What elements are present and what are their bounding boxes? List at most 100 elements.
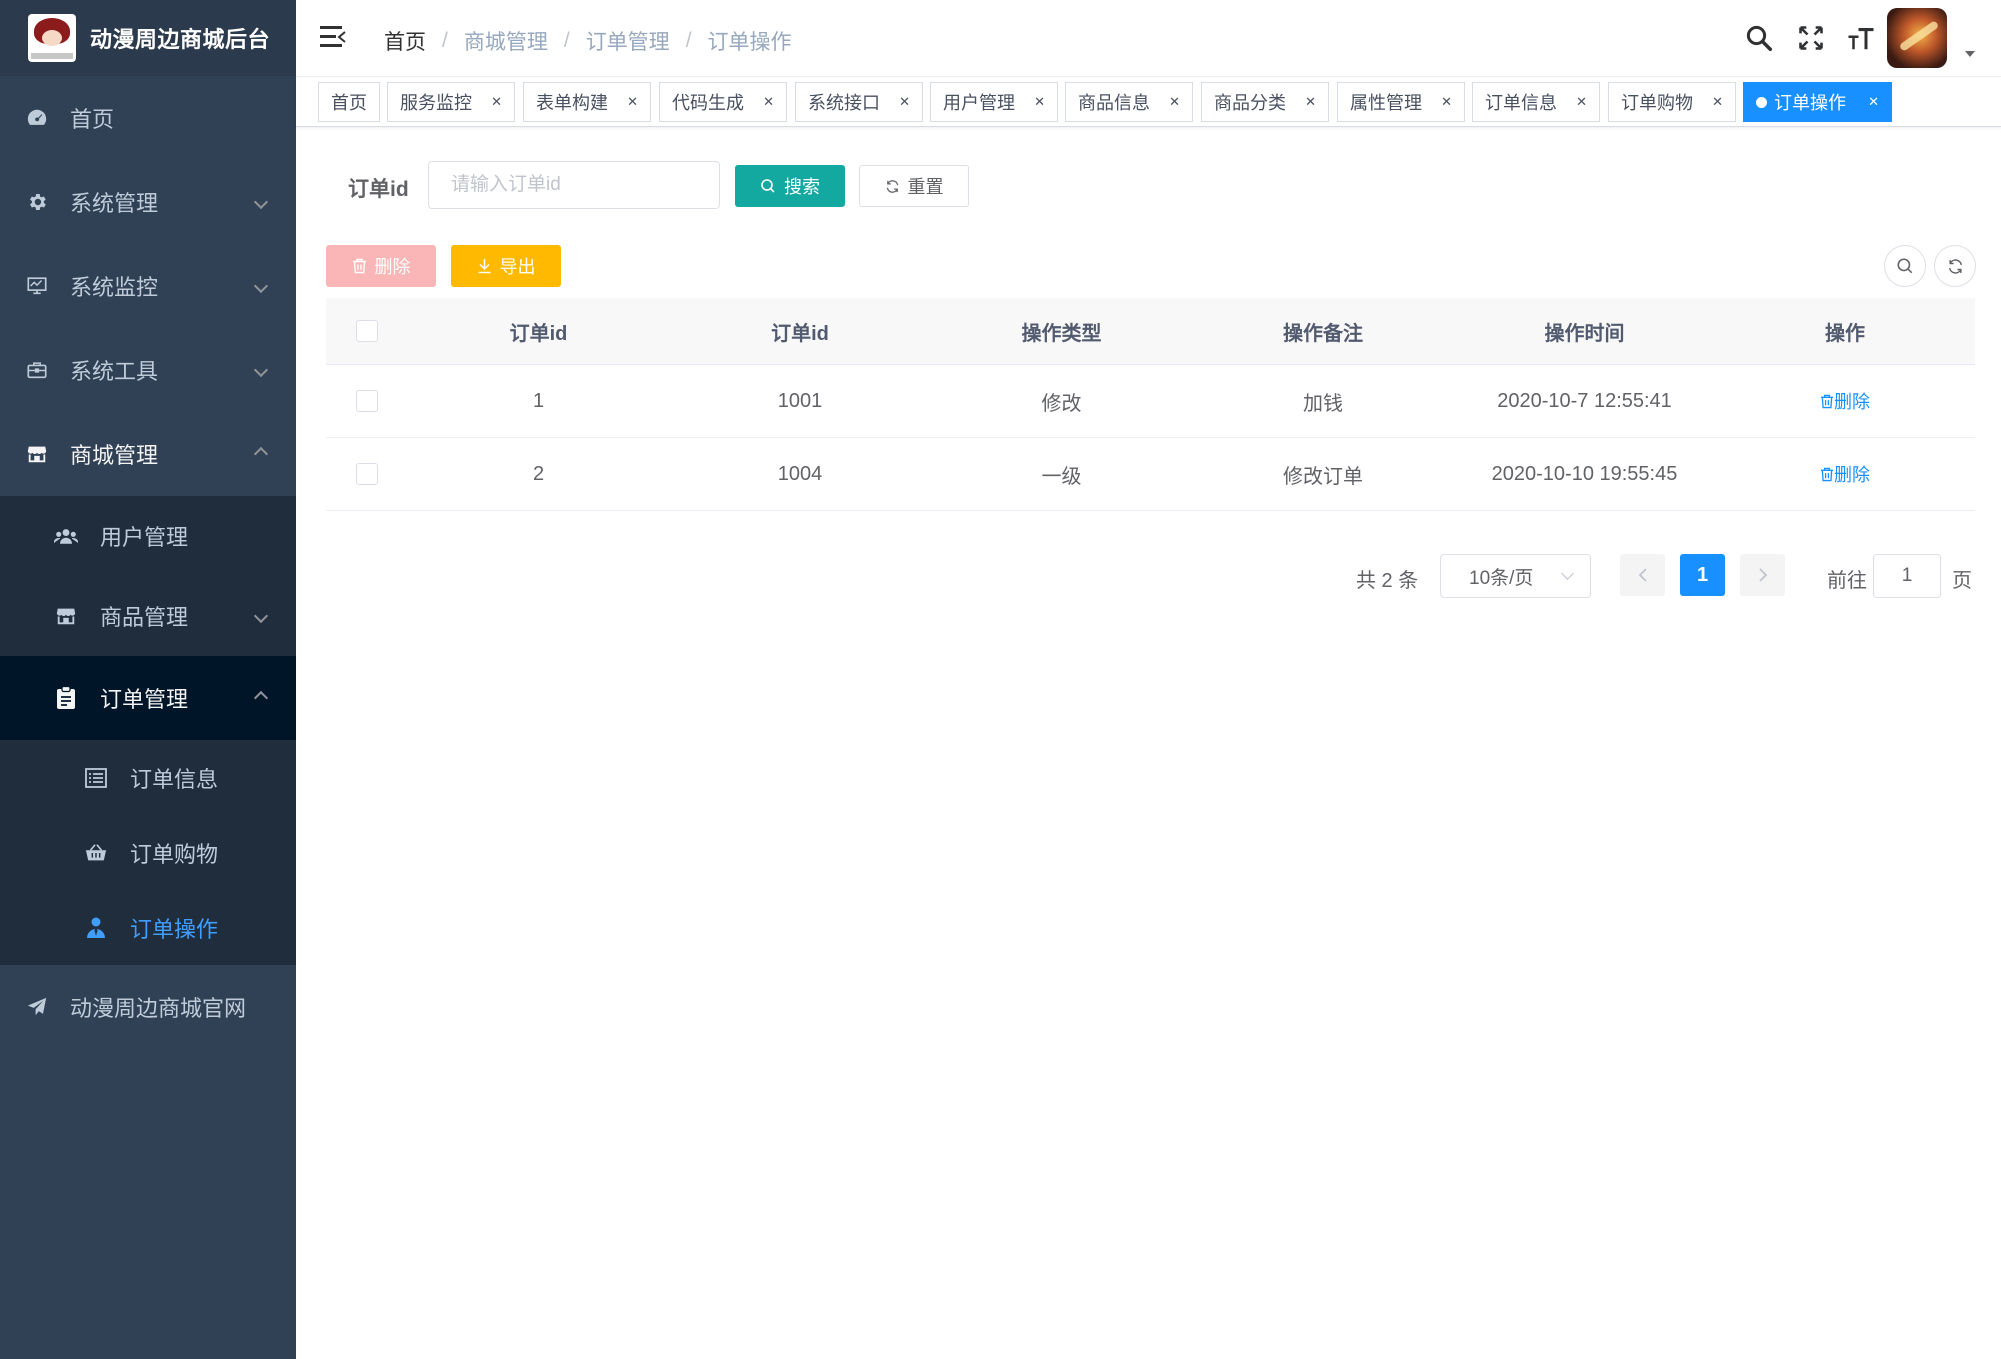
page-size-select[interactable]: 10条/页 [1440,554,1591,598]
breadcrumb: 首页 / 商城管理 / 订单管理 / 订单操作 [384,26,792,56]
clipboard-icon [53,685,79,711]
search-icon[interactable] [1743,22,1775,54]
tag-item[interactable]: 代码生成 ✕ [659,82,787,122]
select-all-checkbox[interactable] [356,320,378,342]
row-delete-label: 删除 [1834,392,1870,412]
column-header[interactable]: 订单id [408,298,669,364]
sidebar-item-home[interactable]: 首页 [0,76,296,160]
store-icon [24,441,50,467]
tag-label: 商品分类 [1214,93,1286,113]
close-icon[interactable]: ✕ [1868,94,1879,110]
cell-operation-time: 2020-10-10 19:55:45 [1491,462,1678,485]
submenu-mall: 用户管理 商品管理 订单管理 订单信息 订单购物 订单操作 [0,496,296,965]
logo-icon [28,14,76,62]
close-icon[interactable]: ✕ [1712,94,1723,110]
main-content: 订单id 搜索 重置 删除 导出 [296,128,2001,1359]
column-header[interactable]: 操作时间 [1454,298,1715,364]
prev-page-button[interactable] [1620,554,1665,596]
sidebar-item-system-tools[interactable]: 系统工具 [0,328,296,412]
row-checkbox[interactable] [356,390,378,412]
tag-item[interactable]: 首页 [318,82,380,122]
sidebar-item-label: 商城管理 [70,443,159,468]
tag-item-active[interactable]: 订单操作 ✕ [1743,82,1892,122]
cell-order-id-2: 1001 [777,389,823,412]
sidebar-item-system-management[interactable]: 系统管理 [0,160,296,244]
next-page-button[interactable] [1740,554,1785,596]
close-icon[interactable]: ✕ [899,94,910,110]
tag-item[interactable]: 订单信息 ✕ [1472,82,1600,122]
tag-item[interactable]: 服务监控 ✕ [387,82,515,122]
delete-button[interactable]: 删除 [326,245,436,287]
logo-area[interactable]: 动漫周边商城后台 [0,0,296,76]
search-icon [1897,258,1913,274]
table-row: 1 1001 修改 加钱 2020-10-7 12:55:41 删除 [326,365,1975,438]
sidebar: 动漫周边商城后台 首页 系统管理 系统监控 系统工具 商城管理 用户管理 商品管… [0,0,296,1359]
tag-item[interactable]: 商品分类 ✕ [1201,82,1329,122]
delete-button-label: 删除 [374,257,411,277]
close-icon[interactable]: ✕ [1576,94,1587,110]
tags-view: 首页 服务监控 ✕ 表单构建 ✕ 代码生成 ✕ 系统接口 ✕ 用户管理 ✕ 商品信息 ✕ 商… [296,78,2001,127]
chevron-down-icon [253,362,269,378]
chevron-down-icon [1561,567,1574,580]
sidebar-item-label: 订单信息 [130,766,219,792]
fullscreen-icon[interactable] [1795,22,1827,54]
font-size-icon[interactable] [1845,22,1877,54]
tag-item[interactable]: 用户管理 ✕ [930,82,1058,122]
row-delete-button[interactable]: 删除 [1820,461,1870,487]
tag-item[interactable]: 系统接口 ✕ [795,82,923,122]
reset-button[interactable]: 重置 [859,165,969,207]
avatar[interactable] [1887,8,1947,68]
sidebar-item-label: 订单操作 [130,916,219,942]
sidebar-item-label: 商品管理 [100,605,189,630]
close-icon[interactable]: ✕ [1441,94,1452,110]
tag-label: 订单操作 [1774,93,1846,113]
cell-actions: 删除 [1715,438,1975,510]
row-delete-button[interactable]: 删除 [1820,388,1870,414]
breadcrumb-item[interactable]: 首页 [384,26,426,56]
goto-page-input[interactable] [1873,554,1941,598]
sidebar-item-order-management[interactable]: 订单管理 [0,656,296,740]
page-number-button[interactable]: 1 [1680,554,1725,596]
refresh-button[interactable] [1934,245,1976,287]
sidebar-item-label: 系统工具 [70,359,159,384]
sidebar-item-system-monitor[interactable]: 系统监控 [0,244,296,328]
cell-order-id: 1 [532,389,545,412]
sidebar-item-label: 用户管理 [100,525,189,550]
row-checkbox[interactable] [356,463,378,485]
gear-icon [24,189,50,215]
tag-item[interactable]: 属性管理 ✕ [1337,82,1465,122]
breadcrumb-item: 订单操作 [707,31,792,54]
breadcrumb-item: 订单管理 [585,31,670,54]
column-header[interactable]: 订单id [669,298,931,364]
close-icon[interactable]: ✕ [1034,94,1045,110]
sidebar-item-official-site[interactable]: 动漫周边商城官网 [0,965,296,1049]
cell-operation-time: 2020-10-7 12:55:41 [1497,389,1672,412]
close-icon[interactable]: ✕ [1169,94,1180,110]
close-icon[interactable]: ✕ [491,94,502,110]
sidebar-item-order-shopping[interactable]: 订单购物 [0,815,296,890]
order-id-input[interactable] [428,161,720,209]
hamburger-icon[interactable] [320,26,346,48]
tag-label: 服务监控 [400,93,472,113]
sidebar-item-product-management[interactable]: 商品管理 [0,576,296,656]
tag-label: 订单购物 [1621,93,1693,113]
tag-item[interactable]: 商品信息 ✕ [1065,82,1193,122]
close-icon[interactable]: ✕ [627,94,638,110]
caret-down-icon[interactable] [1965,51,1975,57]
search-button[interactable]: 搜索 [735,165,845,207]
close-icon[interactable]: ✕ [1305,94,1316,110]
column-header[interactable]: 操作类型 [931,298,1192,364]
close-icon[interactable]: ✕ [763,94,774,110]
sidebar-item-order-info[interactable]: 订单信息 [0,740,296,815]
monitor-icon [24,273,50,299]
export-button-label: 导出 [499,257,536,277]
active-dot-icon [1756,96,1767,108]
sidebar-item-order-operation[interactable]: 订单操作 [0,890,296,965]
column-header[interactable]: 操作备注 [1192,298,1454,364]
toggle-search-button[interactable] [1884,245,1926,287]
export-button[interactable]: 导出 [451,245,561,287]
tag-item[interactable]: 订单购物 ✕ [1608,82,1736,122]
sidebar-item-user-management[interactable]: 用户管理 [0,496,296,576]
sidebar-item-mall-management[interactable]: 商城管理 [0,412,296,496]
tag-item[interactable]: 表单构建 ✕ [523,82,651,122]
